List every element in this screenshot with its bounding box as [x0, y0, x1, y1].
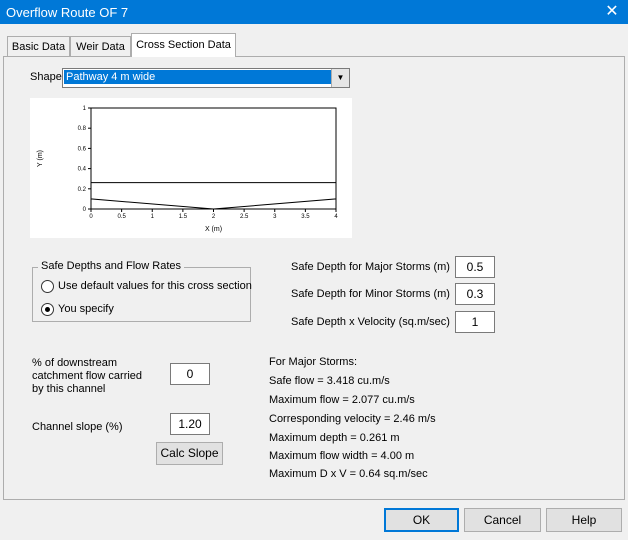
result-max-flow: Maximum flow = 2.077 cu.m/s: [269, 394, 415, 406]
result-velocity: Corresponding velocity = 2.46 m/s: [269, 413, 436, 425]
radio-default-values[interactable]: [41, 280, 54, 293]
radio-you-specify[interactable]: [41, 303, 54, 316]
plot-frame: [90, 107, 337, 210]
result-max-depth: Maximum depth = 0.261 m: [269, 432, 400, 444]
y-tick-label: 0.6: [78, 146, 87, 152]
x-tick-label: 1.5: [179, 214, 188, 220]
close-icon[interactable]: ✕: [600, 2, 624, 22]
cross-section-plot: 0 0.5 1 1.5 2 2.5 3 3.5 4 0 0.2 0.4 0.6 0.8 1 X (m) Y (m…: [37, 106, 338, 233]
series-line-0: [90, 108, 337, 210]
catchment-percent-input[interactable]: 0: [170, 363, 210, 385]
shape-select[interactable]: Pathway 4 m wide ▼: [62, 68, 350, 88]
calc-slope-button[interactable]: Calc Slope: [156, 442, 223, 465]
y-tick-label: 0.4: [78, 167, 87, 173]
title-bar: Overflow Route OF 7 ✕: [0, 0, 628, 24]
tab-basic-data[interactable]: Basic Data: [7, 36, 70, 57]
channel-slope-label: Channel slope (%): [32, 421, 123, 433]
help-button[interactable]: Help: [546, 508, 622, 532]
x-tick-label: 0: [89, 214, 93, 220]
result-max-dxv: Maximum D x V = 0.64 sq.m/sec: [269, 468, 428, 480]
y-axis-label: Y (m): [37, 150, 44, 167]
x-tick-label: 3: [273, 214, 277, 220]
x-tick-label: 4: [334, 214, 338, 220]
safe-depths-group-title: Safe Depths and Flow Rates: [38, 260, 185, 272]
tab-cross-section-data[interactable]: Cross Section Data: [131, 33, 236, 57]
tab-weir-data[interactable]: Weir Data: [70, 36, 131, 57]
cross-section-chart: 0 0.5 1 1.5 2 2.5 3 3.5 4 0 0.2 0.4 0.6 0.8 1 X (m) Y (m…: [30, 98, 352, 238]
ok-button[interactable]: OK: [384, 508, 459, 532]
x-axis-label: X (m): [205, 226, 222, 233]
x-tick-label: 2: [212, 214, 216, 220]
x-tick-label: 3.5: [301, 214, 310, 220]
catchment-label-line2: catchment flow carried: [32, 370, 143, 382]
safe-dxv-label: Safe Depth x Velocity (sq.m/sec): [291, 316, 450, 328]
cancel-button[interactable]: Cancel: [464, 508, 541, 532]
x-tick-label: 2.5: [240, 214, 249, 220]
shape-label: Shape: [30, 71, 62, 83]
catchment-label-line1: % of downstream: [32, 357, 117, 369]
safe-depth-minor-label: Safe Depth for Minor Storms (m): [291, 288, 450, 300]
y-tick-label: 0.8: [78, 126, 87, 132]
radio-default-label[interactable]: Use default values for this cross sectio…: [58, 280, 252, 292]
result-max-width: Maximum flow width = 4.00 m: [269, 450, 415, 462]
catchment-label-line3: by this channel: [32, 383, 106, 395]
safe-depth-minor-input[interactable]: 0.3: [455, 283, 495, 305]
y-tick-label: 1: [83, 106, 87, 112]
results-heading: For Major Storms:: [269, 356, 358, 368]
safe-dxv-input[interactable]: 1: [455, 311, 495, 333]
x-tick-label: 1: [151, 214, 155, 220]
y-tick-label: 0.2: [78, 187, 87, 193]
channel-slope-input[interactable]: 1.20: [170, 413, 210, 435]
result-safe-flow: Safe flow = 3.418 cu.m/s: [269, 375, 390, 387]
y-tick-label: 0: [83, 207, 87, 213]
window-title: Overflow Route OF 7: [6, 5, 129, 20]
shape-selected-value: Pathway 4 m wide: [64, 70, 332, 84]
safe-depth-major-label: Safe Depth for Major Storms (m): [291, 261, 450, 273]
x-tick-label: 0.5: [117, 214, 126, 220]
chevron-down-icon[interactable]: ▼: [331, 69, 349, 87]
radio-specify-label[interactable]: You specify: [58, 303, 114, 315]
safe-depth-major-input[interactable]: 0.5: [455, 256, 495, 278]
